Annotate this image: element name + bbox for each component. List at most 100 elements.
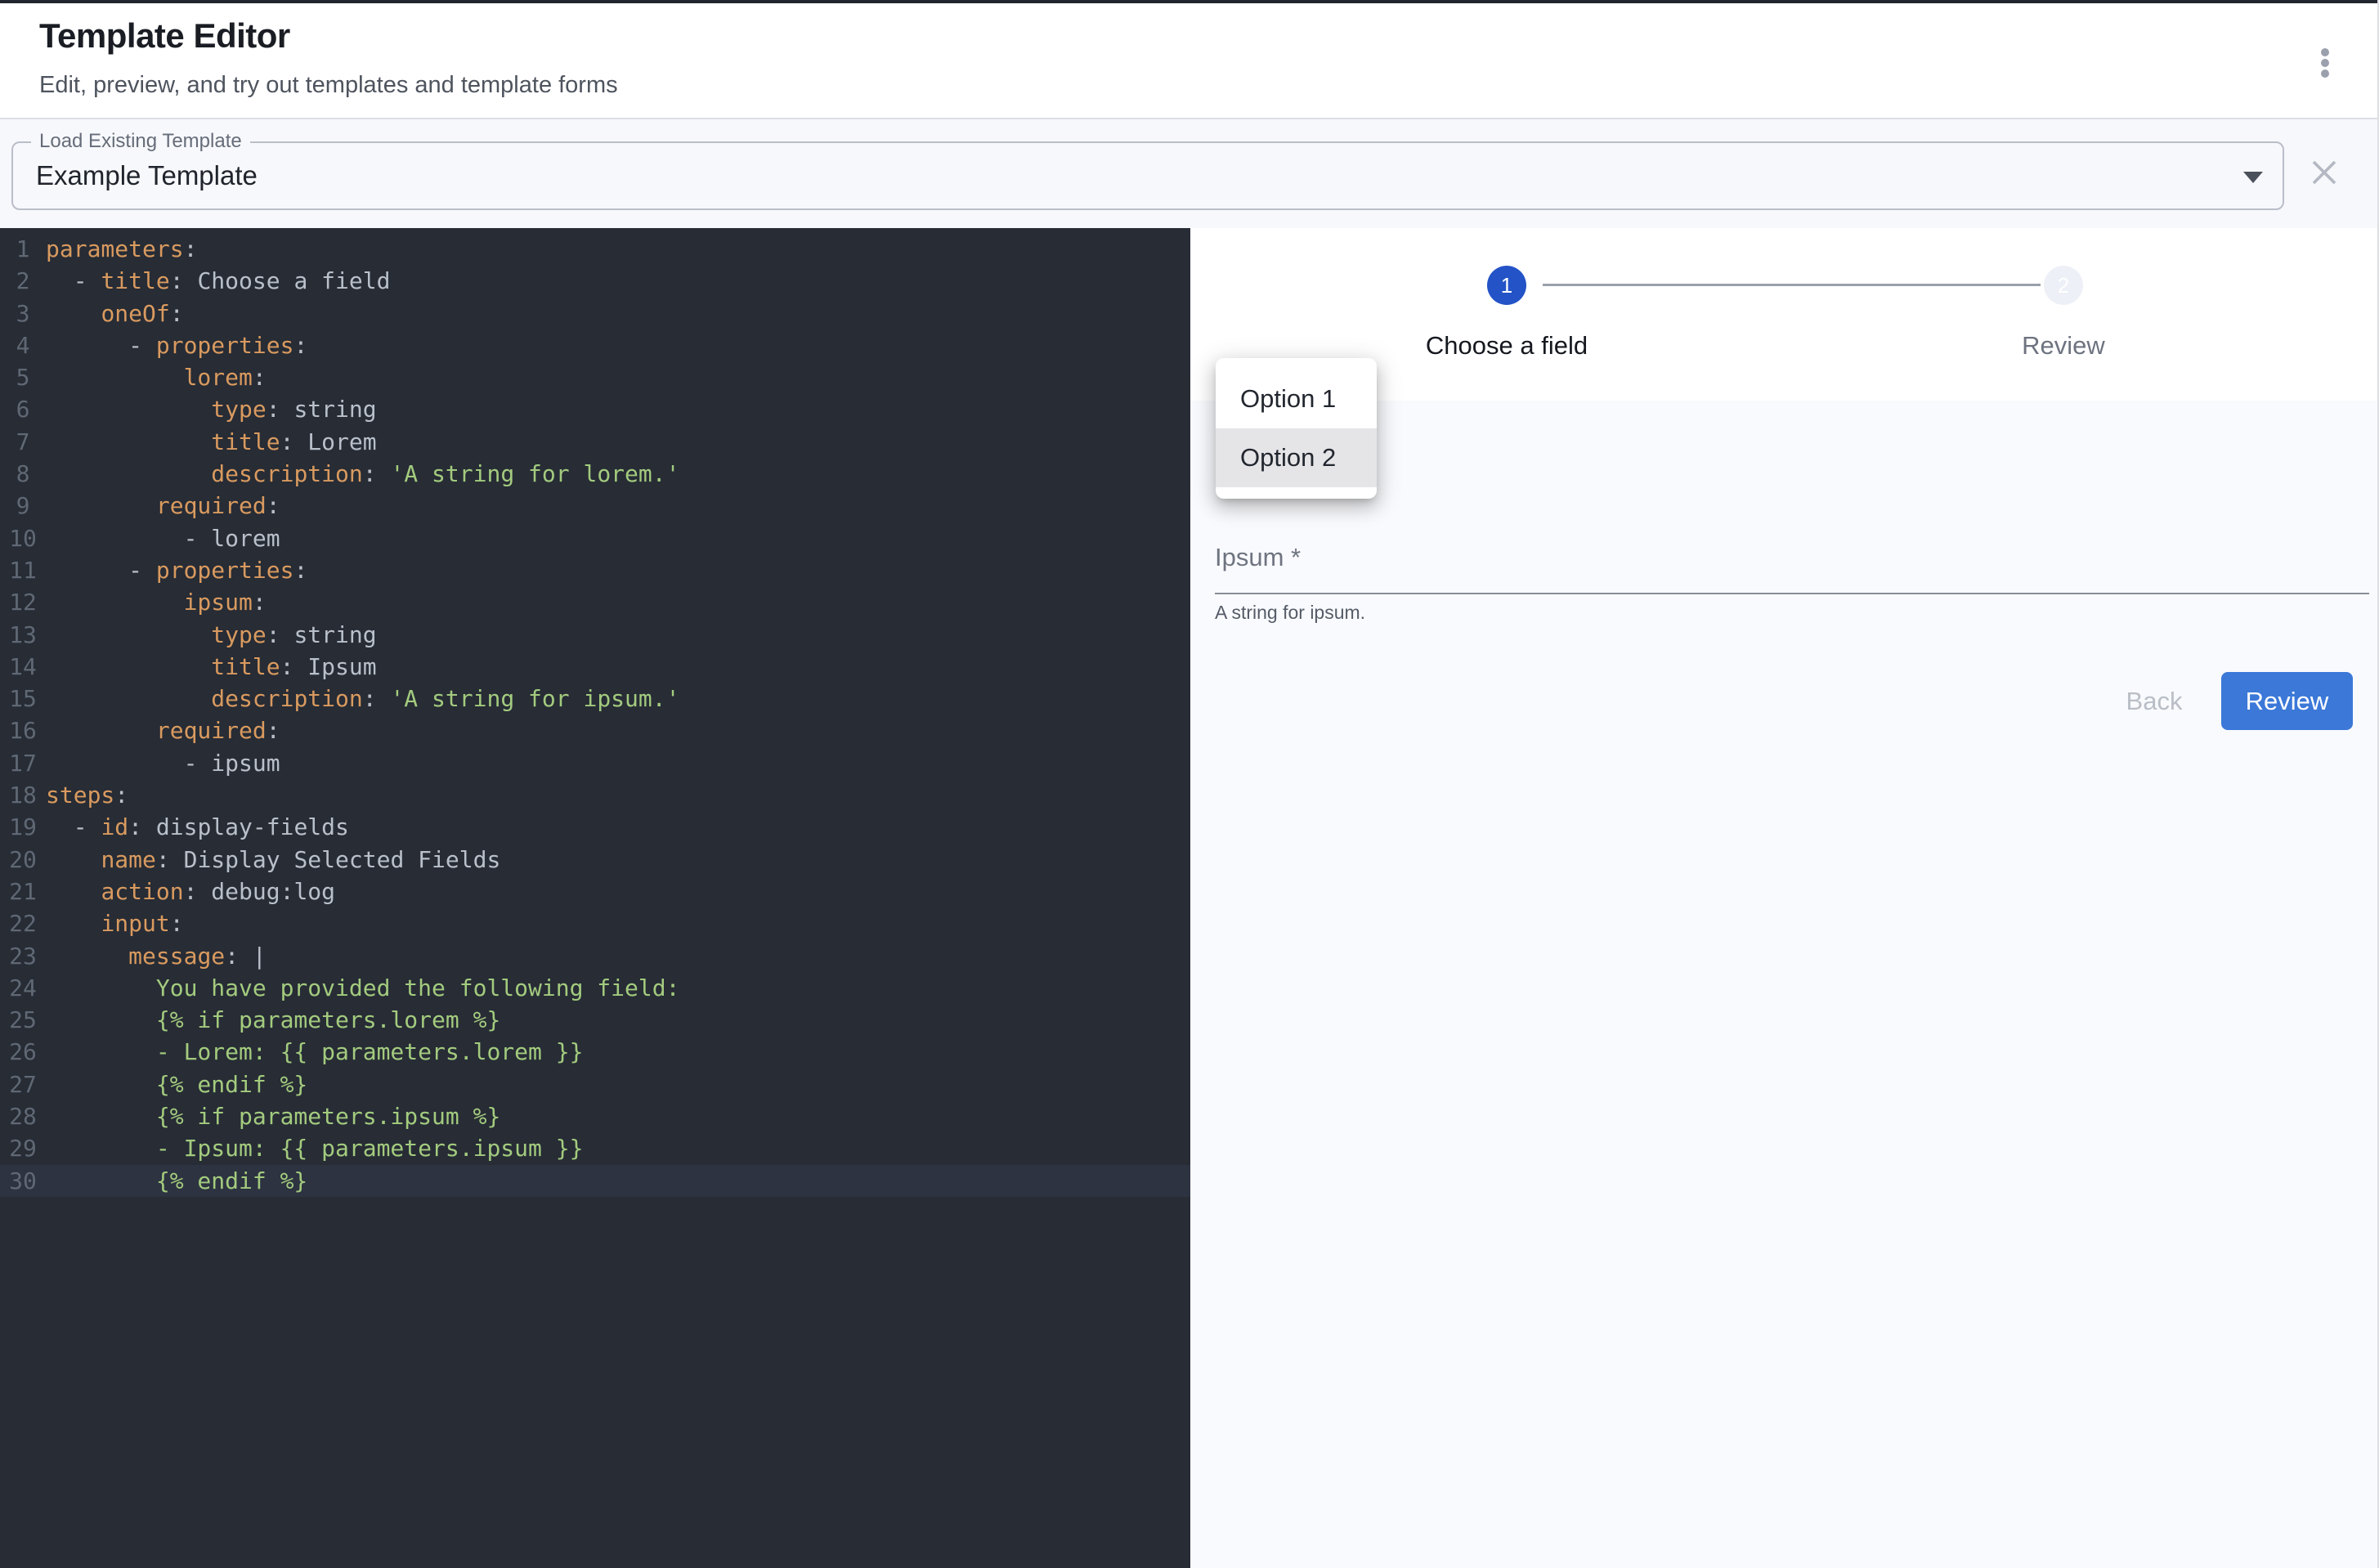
editor-line[interactable]: 3 oneOf:	[0, 298, 1190, 329]
ipsum-field-helper: A string for ipsum.	[1215, 602, 1365, 624]
editor-line-number: 20	[0, 844, 46, 876]
editor-line-code: - title: Choose a field	[46, 265, 1190, 297]
editor-line[interactable]: 26 - Lorem: {{ parameters.lorem }}	[0, 1036, 1190, 1068]
editor-line-code: message: |	[46, 940, 1190, 972]
editor-line-code: - ipsum	[46, 747, 1190, 779]
editor-line[interactable]: 13 type: string	[0, 619, 1190, 651]
dropdown-option[interactable]: Option 1	[1216, 370, 1377, 428]
editor-line[interactable]: 10 - lorem	[0, 522, 1190, 554]
editor-line[interactable]: 23 message: |	[0, 940, 1190, 972]
editor-line-number: 16	[0, 715, 46, 746]
editor-line[interactable]: 7 title: Lorem	[0, 426, 1190, 458]
editor-line[interactable]: 19 - id: display-fields	[0, 811, 1190, 843]
editor-line-code: title: Ipsum	[46, 651, 1190, 683]
field-options-menu: Option 1Option 2	[1216, 358, 1377, 499]
main-split: 1 parameters: 2 - title: Choose a field …	[0, 228, 2377, 1568]
editor-line-code: - id: display-fields	[46, 811, 1190, 843]
ipsum-input[interactable]	[1215, 562, 2369, 594]
header-menu-button[interactable]	[2304, 42, 2346, 84]
editor-line[interactable]: 27 {% endif %}	[0, 1068, 1190, 1100]
editor-line-number: 6	[0, 393, 46, 425]
editor-line-code: description: 'A string for ipsum.'	[46, 683, 1190, 715]
chevron-down-icon	[2243, 172, 2263, 183]
editor-line[interactable]: 24 You have provided the following field…	[0, 972, 1190, 1004]
editor-line-number: 14	[0, 651, 46, 683]
editor-line-number: 7	[0, 426, 46, 458]
editor-line[interactable]: 20 name: Display Selected Fields	[0, 844, 1190, 876]
editor-line[interactable]: 17 - ipsum	[0, 747, 1190, 779]
review-button[interactable]: Review	[2221, 672, 2353, 730]
editor-line-code: type: string	[46, 393, 1190, 425]
editor-line-code: You have provided the following field:	[46, 972, 1190, 1004]
editor-line-number: 13	[0, 619, 46, 651]
editor-line-number: 9	[0, 490, 46, 522]
editor-line-code: title: Lorem	[46, 426, 1190, 458]
editor-line-number: 2	[0, 265, 46, 297]
editor-line[interactable]: 9 required:	[0, 490, 1190, 522]
editor-line-number: 4	[0, 329, 46, 361]
close-icon	[2310, 159, 2338, 186]
step-2-label: Review	[1900, 331, 2227, 361]
editor-line[interactable]: 1 parameters:	[0, 233, 1190, 265]
editor-line-number: 17	[0, 747, 46, 779]
editor-line-code: - lorem	[46, 522, 1190, 554]
page-subtitle: Edit, preview, and try out templates and…	[39, 72, 618, 99]
editor-line-number: 19	[0, 811, 46, 843]
editor-line-code: {% endif %}	[46, 1068, 1190, 1100]
editor-line-number: 10	[0, 522, 46, 554]
editor-line-number: 21	[0, 876, 46, 907]
template-loader-bar: Load Existing Template Example Template	[0, 119, 2377, 228]
editor-line[interactable]: 22 input:	[0, 907, 1190, 939]
editor-line-code: - properties:	[46, 329, 1190, 361]
load-template-select-value: Example Template	[36, 143, 258, 208]
editor-line-code: {% if parameters.lorem %}	[46, 1004, 1190, 1036]
editor-line-number: 18	[0, 779, 46, 811]
editor-line[interactable]: 18 steps:	[0, 779, 1190, 811]
template-editor-window: Template Editor Edit, preview, and try o…	[0, 0, 2379, 1568]
editor-line-number: 24	[0, 972, 46, 1004]
editor-line[interactable]: 28 {% if parameters.ipsum %}	[0, 1100, 1190, 1132]
editor-line[interactable]: 8 description: 'A string for lorem.'	[0, 458, 1190, 490]
editor-line-code: - properties:	[46, 554, 1190, 586]
code-editor[interactable]: 1 parameters: 2 - title: Choose a field …	[0, 228, 1190, 1568]
editor-line-number: 23	[0, 940, 46, 972]
step-1-indicator: 1	[1487, 266, 1526, 305]
editor-line[interactable]: 29 - Ipsum: {{ parameters.ipsum }}	[0, 1132, 1190, 1164]
editor-line-number: 26	[0, 1036, 46, 1068]
editor-line[interactable]: 5 lorem:	[0, 361, 1190, 393]
dropdown-option[interactable]: Option 2	[1216, 428, 1377, 487]
editor-line[interactable]: 14 title: Ipsum	[0, 651, 1190, 683]
editor-line[interactable]: 30 {% endif %}	[0, 1165, 1190, 1197]
editor-line[interactable]: 6 type: string	[0, 393, 1190, 425]
page-title: Template Editor	[39, 16, 290, 56]
editor-line[interactable]: 11 - properties:	[0, 554, 1190, 586]
editor-line[interactable]: 2 - title: Choose a field	[0, 265, 1190, 297]
editor-line[interactable]: 4 - properties:	[0, 329, 1190, 361]
editor-line[interactable]: 15 description: 'A string for ipsum.'	[0, 683, 1190, 715]
editor-line[interactable]: 16 required:	[0, 715, 1190, 746]
back-button[interactable]: Back	[2093, 678, 2215, 725]
editor-line-number: 29	[0, 1132, 46, 1164]
editor-line-code: lorem:	[46, 361, 1190, 393]
step-2-indicator: 2	[2044, 266, 2083, 305]
editor-line-number: 15	[0, 683, 46, 715]
editor-line-number: 25	[0, 1004, 46, 1036]
editor-line-code: {% endif %}	[46, 1165, 1190, 1197]
editor-line[interactable]: 12 ipsum:	[0, 586, 1190, 618]
editor-lines: 1 parameters: 2 - title: Choose a field …	[0, 233, 1190, 1197]
editor-line-code: input:	[46, 907, 1190, 939]
page-header: Template Editor Edit, preview, and try o…	[0, 3, 2377, 119]
step-connector	[1543, 284, 2041, 286]
preview-panel: 1 2 Choose a field Review Option 1Option…	[1190, 228, 2379, 1568]
editor-line-number: 27	[0, 1068, 46, 1100]
editor-line-code: steps:	[46, 779, 1190, 811]
editor-line-code: type: string	[46, 619, 1190, 651]
editor-line-code: required:	[46, 490, 1190, 522]
clear-template-button[interactable]	[2303, 152, 2345, 195]
editor-line-number: 22	[0, 907, 46, 939]
editor-line-number: 5	[0, 361, 46, 393]
editor-line-code: ipsum:	[46, 586, 1190, 618]
editor-line[interactable]: 21 action: debug:log	[0, 876, 1190, 907]
editor-line[interactable]: 25 {% if parameters.lorem %}	[0, 1004, 1190, 1036]
load-template-select[interactable]: Load Existing Template Example Template	[11, 141, 2284, 210]
